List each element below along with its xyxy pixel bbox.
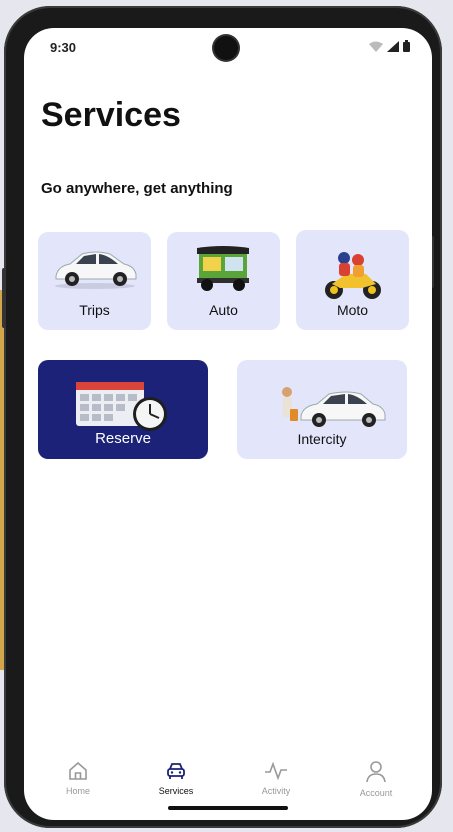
app-screen: 9:30 Services Go anywhere, get anything … [24, 28, 432, 820]
motorbike-icon [325, 252, 381, 299]
nav-label: Activity [261, 786, 291, 796]
battery-icon [403, 40, 410, 52]
car-icon [55, 251, 137, 289]
page-subtitle: Go anywhere, get anything [41, 180, 233, 197]
calendar-clock-icon [76, 382, 167, 431]
activity-icon [265, 761, 287, 781]
service-card-intercity[interactable]: Intercity [237, 360, 407, 459]
service-card-trips[interactable]: Trips [38, 232, 151, 330]
nav-item-account[interactable]: Account [336, 760, 416, 798]
service-label: Moto [336, 302, 369, 318]
nav-item-activity[interactable]: Activity [236, 760, 316, 796]
nav-item-home[interactable]: Home [38, 760, 118, 796]
gesture-bar[interactable] [168, 806, 288, 810]
service-card-moto[interactable]: Moto [296, 230, 409, 330]
car-traveler-icon [282, 387, 386, 427]
person-icon [366, 761, 386, 783]
nav-label: Services [158, 786, 194, 796]
bottom-nav: Home Services Activity Account [24, 750, 432, 820]
signal-icon [387, 40, 399, 52]
service-label: Trips [79, 302, 110, 318]
service-card-reserve[interactable]: Reserve [38, 360, 208, 459]
service-card-auto[interactable]: Auto [167, 232, 280, 330]
nav-label: Home [65, 786, 90, 796]
service-label: Intercity [297, 431, 347, 447]
status-time: 9:30 [50, 40, 77, 55]
service-label: Auto [209, 302, 238, 318]
page-title: Services [41, 96, 181, 134]
status-icons [369, 40, 410, 52]
phone-frame: 9:30 Services Go anywhere, get anything … [2, 6, 442, 828]
home-icon [69, 761, 87, 780]
front-camera [214, 36, 238, 60]
auto-rickshaw-icon [197, 246, 249, 291]
power-button [2, 268, 6, 328]
car-front-icon [167, 763, 185, 779]
nav-item-services[interactable]: Services [136, 760, 216, 796]
wifi-icon [369, 41, 383, 52]
nav-label: Account [359, 788, 393, 798]
